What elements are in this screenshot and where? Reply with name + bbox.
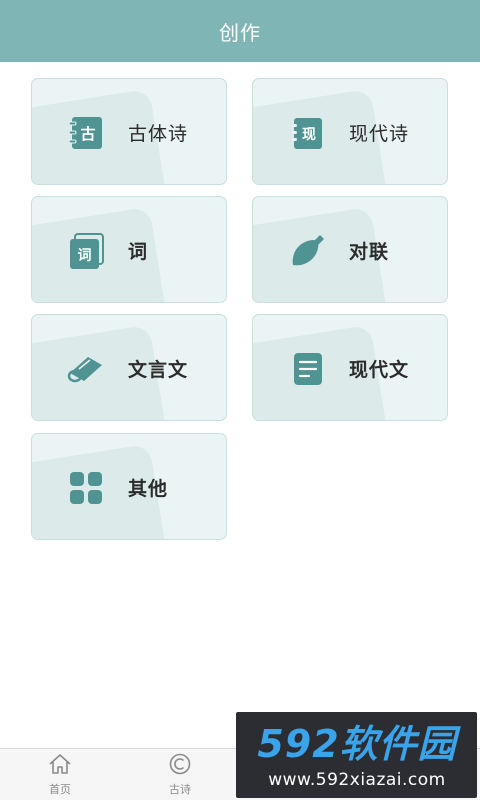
leaf-brush-icon bbox=[287, 231, 327, 271]
grid-four-icon bbox=[66, 468, 106, 508]
card-label: 词 bbox=[128, 241, 149, 263]
tab-label: 古诗 bbox=[169, 783, 191, 796]
home-icon bbox=[48, 753, 72, 779]
card-classical-poem[interactable]: 古 古体诗 bbox=[31, 78, 227, 185]
watermark-badge: 592软件园 www.592xiazai.com bbox=[236, 712, 477, 798]
notebook-gu-icon: 古 bbox=[66, 113, 106, 153]
watermark-title: 592软件园 bbox=[257, 721, 457, 766]
book-ci-icon: 词 bbox=[66, 231, 106, 271]
tab-label: 首页 bbox=[49, 783, 71, 796]
card-modern-prose[interactable]: 现代文 bbox=[252, 314, 448, 421]
svg-text:词: 词 bbox=[78, 248, 92, 264]
card-modern-poem[interactable]: 现 现代诗 bbox=[252, 78, 448, 185]
card-label: 对联 bbox=[349, 241, 390, 263]
copyright-icon bbox=[168, 753, 192, 779]
notebook-xian-icon: 现 bbox=[287, 113, 327, 153]
card-ci[interactable]: 词 词 bbox=[31, 196, 227, 303]
tab-home[interactable]: 首页 bbox=[12, 749, 108, 800]
card-label: 古体诗 bbox=[128, 123, 189, 145]
card-label: 文言文 bbox=[128, 359, 189, 381]
svg-text:古: 古 bbox=[80, 125, 95, 143]
tab-poems[interactable]: 古诗 bbox=[132, 749, 228, 800]
watermark-url: www.592xiazai.com bbox=[268, 770, 446, 790]
card-label: 现代诗 bbox=[349, 123, 410, 145]
card-couplet[interactable]: 对联 bbox=[252, 196, 448, 303]
card-other[interactable]: 其他 bbox=[31, 433, 227, 540]
card-label: 其他 bbox=[128, 478, 169, 500]
card-classical-prose[interactable]: 文言文 bbox=[31, 314, 227, 421]
card-label: 现代文 bbox=[349, 359, 410, 381]
category-grid: 古 古体诗 现 现代诗 词 词 对联 文言文 现代文 其他 bbox=[0, 0, 480, 560]
svg-text:现: 现 bbox=[302, 127, 316, 143]
document-icon bbox=[287, 349, 327, 389]
scroll-icon bbox=[66, 349, 106, 389]
